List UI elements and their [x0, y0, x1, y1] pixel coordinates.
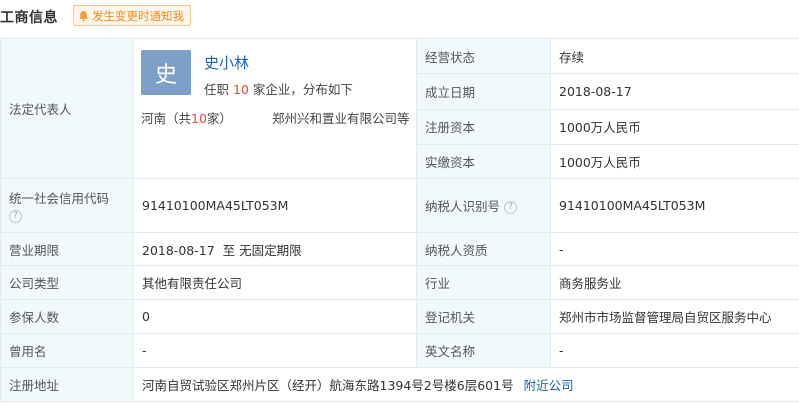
positions-suffix: 家企业，分布如下: [252, 82, 353, 97]
business-term-label: 营业期限: [0, 232, 134, 266]
address-cell: 河南自贸试验区郑州片区（经开）航海东路1394号2号楼6层601号 附近公司: [133, 367, 799, 402]
legal-rep-positions: 任职 10 家企业，分布如下: [204, 79, 353, 98]
bell-icon: [79, 10, 88, 21]
insured-value: 0: [133, 299, 417, 334]
status-label: 经营状态: [416, 37, 551, 75]
registered-capital-label: 注册资本: [416, 108, 551, 145]
industry-label: 行业: [416, 265, 551, 300]
taxpayer-id-label: 纳税人识别号: [425, 199, 501, 214]
credit-code-value: 91410100MA45LT053M: [133, 178, 417, 233]
english-name-label: 英文名称: [416, 333, 551, 368]
avatar[interactable]: 史: [141, 50, 191, 95]
help-icon[interactable]: ?: [9, 210, 22, 223]
legal-rep-region[interactable]: 河南（共10家）: [141, 108, 232, 127]
region-suffix: 家）: [206, 111, 232, 126]
region-count: 10: [191, 111, 207, 126]
registered-capital-value: 1000万人民币: [550, 108, 799, 145]
paid-capital-value: 1000万人民币: [550, 143, 799, 180]
industry-value: 商务服务业: [550, 265, 799, 300]
former-name-label: 曾用名: [0, 333, 134, 368]
table-row: 参保人数 0 登记机关 郑州市市场监督管理局自贸区服务中心: [0, 299, 799, 334]
section-title: 工商信息: [0, 10, 58, 26]
section-header: 工商信息 发生变更时通知我: [0, 0, 799, 34]
company-type-value: 其他有限责任公司: [133, 265, 417, 300]
taxpayer-qual-value: -: [550, 232, 799, 266]
nearby-companies-link[interactable]: 附近公司: [524, 378, 574, 393]
taxpayer-id-label-cell: 纳税人识别号?: [416, 178, 551, 233]
paid-capital-label: 实缴资本: [416, 143, 551, 180]
business-term-value: 2018-08-17 至 无固定期限: [133, 232, 417, 266]
authority-label: 登记机关: [416, 299, 551, 334]
credit-code-label-cell: 统一社会信用代码 ?: [0, 178, 134, 233]
table-row: 曾用名 - 英文名称 -: [0, 333, 799, 368]
table-row: 营业期限 2018-08-17 至 无固定期限 纳税人资质 -: [0, 232, 799, 266]
taxpayer-id-value: 91410100MA45LT053M: [550, 178, 799, 233]
status-value: 存续: [550, 37, 799, 75]
business-info-table: 法定代表人 史 史小林 任职 10 家企业，分布如下 河南（共10家） 郑州兴和…: [0, 37, 799, 402]
established-label: 成立日期: [416, 73, 551, 110]
table-row: 统一社会信用代码 ? 91410100MA45LT053M 纳税人识别号? 91…: [0, 178, 799, 233]
legal-rep-company[interactable]: 郑州兴和置业有限公司等: [272, 108, 410, 127]
english-name-value: -: [550, 333, 799, 368]
established-value: 2018-08-17: [550, 73, 799, 110]
table-row: 公司类型 其他有限责任公司 行业 商务服务业: [0, 265, 799, 300]
legal-rep-label: 法定代表人: [0, 38, 134, 179]
legal-rep-cell: 史 史小林 任职 10 家企业，分布如下 河南（共10家） 郑州兴和置业有限公司…: [133, 38, 417, 179]
table-row: 注册地址 河南自贸试验区郑州片区（经开）航海东路1394号2号楼6层601号 附…: [0, 367, 799, 402]
taxpayer-qual-label: 纳税人资质: [416, 232, 551, 266]
authority-value: 郑州市市场监督管理局自贸区服务中心: [550, 299, 799, 334]
positions-prefix: 任职: [204, 82, 230, 97]
company-type-label: 公司类型: [0, 265, 134, 300]
former-name-value: -: [133, 333, 417, 368]
address-value: 河南自贸试验区郑州片区（经开）航海东路1394号2号楼6层601号: [142, 378, 514, 393]
address-label: 注册地址: [0, 367, 134, 402]
insured-label: 参保人数: [0, 299, 134, 334]
credit-code-label: 统一社会信用代码: [9, 191, 110, 206]
help-icon[interactable]: ?: [504, 201, 518, 214]
notify-change-label: 发生变更时通知我: [92, 8, 184, 23]
region-prefix: 河南（共: [141, 111, 192, 126]
notify-change-button[interactable]: 发生变更时通知我: [73, 5, 191, 26]
legal-rep-name-link[interactable]: 史小林: [204, 52, 249, 73]
table-row: 法定代表人 史 史小林 任职 10 家企业，分布如下 河南（共10家） 郑州兴和…: [0, 37, 799, 179]
positions-count[interactable]: 10: [233, 82, 249, 97]
